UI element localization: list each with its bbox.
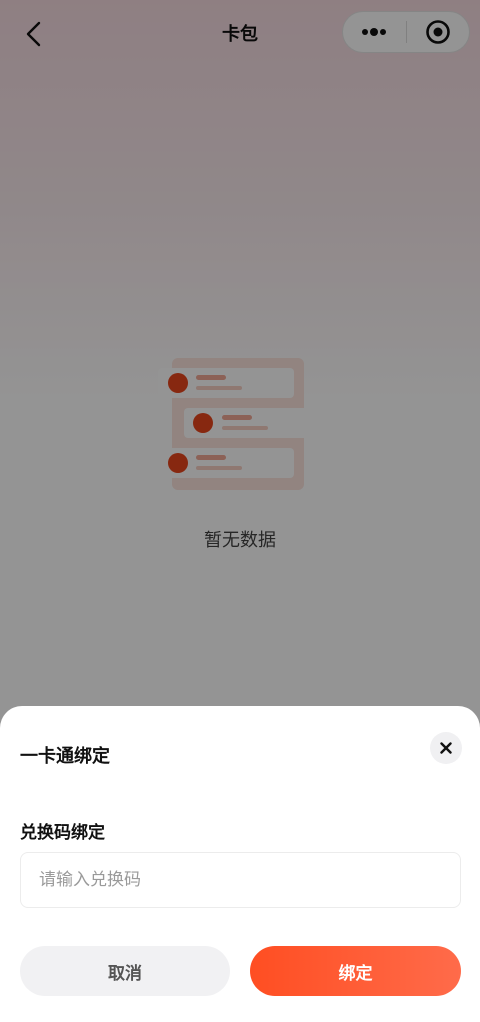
close-sheet-button[interactable] bbox=[430, 732, 462, 764]
redeem-code-label: 兑换码绑定 bbox=[20, 823, 105, 843]
close-icon bbox=[440, 742, 452, 754]
bind-card-bottom-sheet: 一卡通绑定 兑换码绑定 取消 绑定 bbox=[0, 706, 480, 1022]
sheet-title: 一卡通绑定 bbox=[20, 746, 110, 767]
bind-button[interactable]: 绑定 bbox=[250, 946, 461, 996]
redeem-code-input[interactable] bbox=[20, 852, 461, 908]
cancel-button[interactable]: 取消 bbox=[20, 946, 230, 996]
